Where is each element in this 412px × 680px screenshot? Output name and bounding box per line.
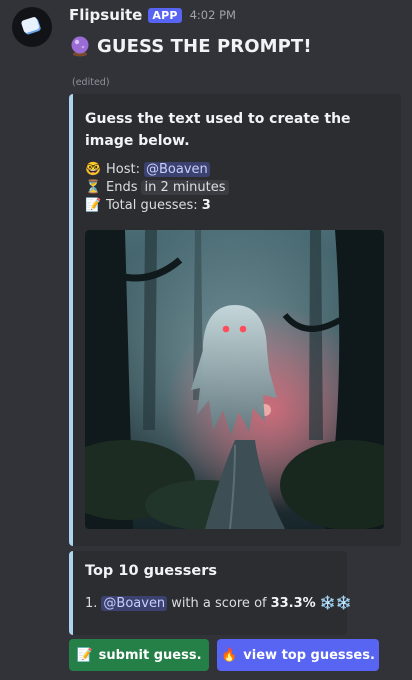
view-top-guesses-label: view top guesses. [243,647,375,663]
game-embed: Guess the text used to create the image … [69,94,401,546]
flipsuite-logo-icon [21,17,41,35]
snowflake-icon: ❄️❄️ [319,596,353,611]
nerd-face-icon: 🤓 [85,162,102,177]
total-field: 📝 Total guesses: 3 [85,196,211,215]
memo-icon: 📝 [85,198,102,213]
host-mention[interactable]: @Boaven [143,162,210,177]
entry-rank: 1. [85,596,98,611]
ends-value: in 2 minutes [141,180,229,195]
leaderboard-title: Top 10 guessers [85,563,217,579]
message-title: GUESS THE PROMPT! [97,35,312,57]
bot-username[interactable]: Flipsuite [69,6,142,24]
total-value: 3 [201,198,211,213]
leaderboard-embed: Top 10 guessers 1. @Boaven with a score … [69,551,352,635]
view-top-guesses-button[interactable]: 🔥 view top guesses. [217,639,379,671]
total-label: Total guesses: [106,198,198,213]
host-field: 🤓 Host: @Boaven [85,160,210,179]
fire-icon: 🔥 [221,647,238,663]
memo-icon: 📝 [76,647,93,663]
ghost-forest-illustration [85,230,384,529]
host-label: Host: [106,162,140,177]
prompt-image[interactable] [85,230,384,529]
leaderboard-entry: 1. @Boaven with a score of 33.3% ❄️❄️ [85,596,352,611]
submit-guess-button[interactable]: 📝 submit guess. [69,639,209,671]
entry-text: with a score of [171,596,267,611]
ends-label: Ends [106,180,138,195]
entry-score: 33.3% [270,596,316,611]
app-badge: APP [148,7,182,23]
entry-mention[interactable]: @Boaven [101,596,168,611]
embed-description: Guess the text used to create the image … [85,111,351,149]
edited-label: (edited) [72,77,110,88]
message-title-line: GUESS THE PROMPT! [69,35,312,57]
ends-field: ⏳ Ends in 2 minutes [85,178,229,197]
hourglass-icon: ⏳ [85,180,102,195]
crystal-ball-icon [71,36,89,57]
submit-guess-label: submit guess. [98,647,202,663]
message-timestamp: 4:02 PM [189,8,236,22]
message-header: Flipsuite APP 4:02 PM [69,6,236,24]
bot-avatar[interactable] [12,7,52,47]
